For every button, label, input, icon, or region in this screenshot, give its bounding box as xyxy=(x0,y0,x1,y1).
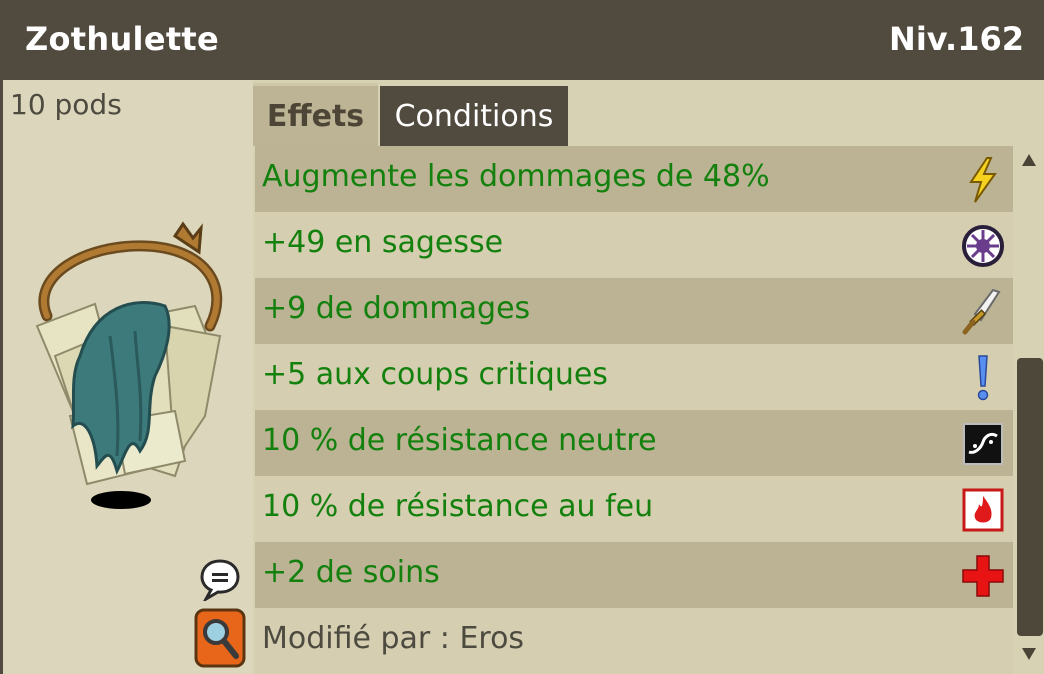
effect-text: 10 % de résistance au feu xyxy=(262,489,654,524)
item-name: Zothulette xyxy=(25,20,220,58)
effect-row-modified-by: Modifié par : Eros xyxy=(255,608,1013,674)
effect-text: +5 aux coups critiques xyxy=(262,357,608,392)
effect-text: +2 de soins xyxy=(262,555,440,590)
neutral-resistance-icon xyxy=(963,423,1003,465)
effect-row-critical: +5 aux coups critiques xyxy=(255,344,1013,410)
item-weight: 10 pods xyxy=(10,88,122,121)
wisdom-icon xyxy=(962,225,1004,267)
effect-text: Augmente les dommages de 48% xyxy=(262,159,770,194)
tab-conditions[interactable]: Conditions xyxy=(380,86,568,146)
effects-scrollbar[interactable] xyxy=(1015,146,1044,674)
effect-row-neutral-resistance: 10 % de résistance neutre xyxy=(255,410,1013,476)
effect-row-fire-resistance: 10 % de résistance au feu xyxy=(255,476,1013,542)
scrollbar-thumb[interactable] xyxy=(1017,358,1043,636)
speech-bubble-icon[interactable] xyxy=(200,557,240,601)
lightning-icon xyxy=(969,157,997,203)
scroll-up-arrow-icon[interactable] xyxy=(1022,154,1036,166)
item-level: Niv.162 xyxy=(889,20,1024,58)
effect-row-wisdom: +49 en sagesse xyxy=(255,212,1013,278)
fire-resistance-icon xyxy=(962,488,1004,532)
title-bar: Zothulette Niv.162 xyxy=(3,0,1044,80)
item-tabs: Effets Conditions xyxy=(253,80,1044,146)
scroll-down-arrow-icon[interactable] xyxy=(1022,648,1036,660)
effects-list: Augmente les dommages de 48% +49 en sage… xyxy=(255,146,1013,674)
effect-row-heals: +2 de soins xyxy=(255,542,1013,608)
effect-text: +49 en sagesse xyxy=(262,225,504,260)
item-preview-panel: 10 pods xyxy=(3,80,253,674)
heal-cross-icon xyxy=(962,555,1004,597)
item-illustration xyxy=(35,221,223,509)
magnifier-inspect-icon[interactable] xyxy=(194,608,246,668)
effect-row-damage-percent: Augmente les dommages de 48% xyxy=(255,146,1013,212)
effect-text: 10 % de résistance neutre xyxy=(262,423,657,458)
sword-icon xyxy=(962,288,1001,335)
effect-text: +9 de dommages xyxy=(262,291,531,326)
item-tooltip-window: Zothulette Niv.162 10 pods Effets Condit… xyxy=(3,0,1044,674)
exclamation-icon xyxy=(977,355,989,401)
modified-by-text: Modifié par : Eros xyxy=(262,621,525,656)
effect-row-damage: +9 de dommages xyxy=(255,278,1013,344)
tab-effets[interactable]: Effets xyxy=(253,83,378,146)
